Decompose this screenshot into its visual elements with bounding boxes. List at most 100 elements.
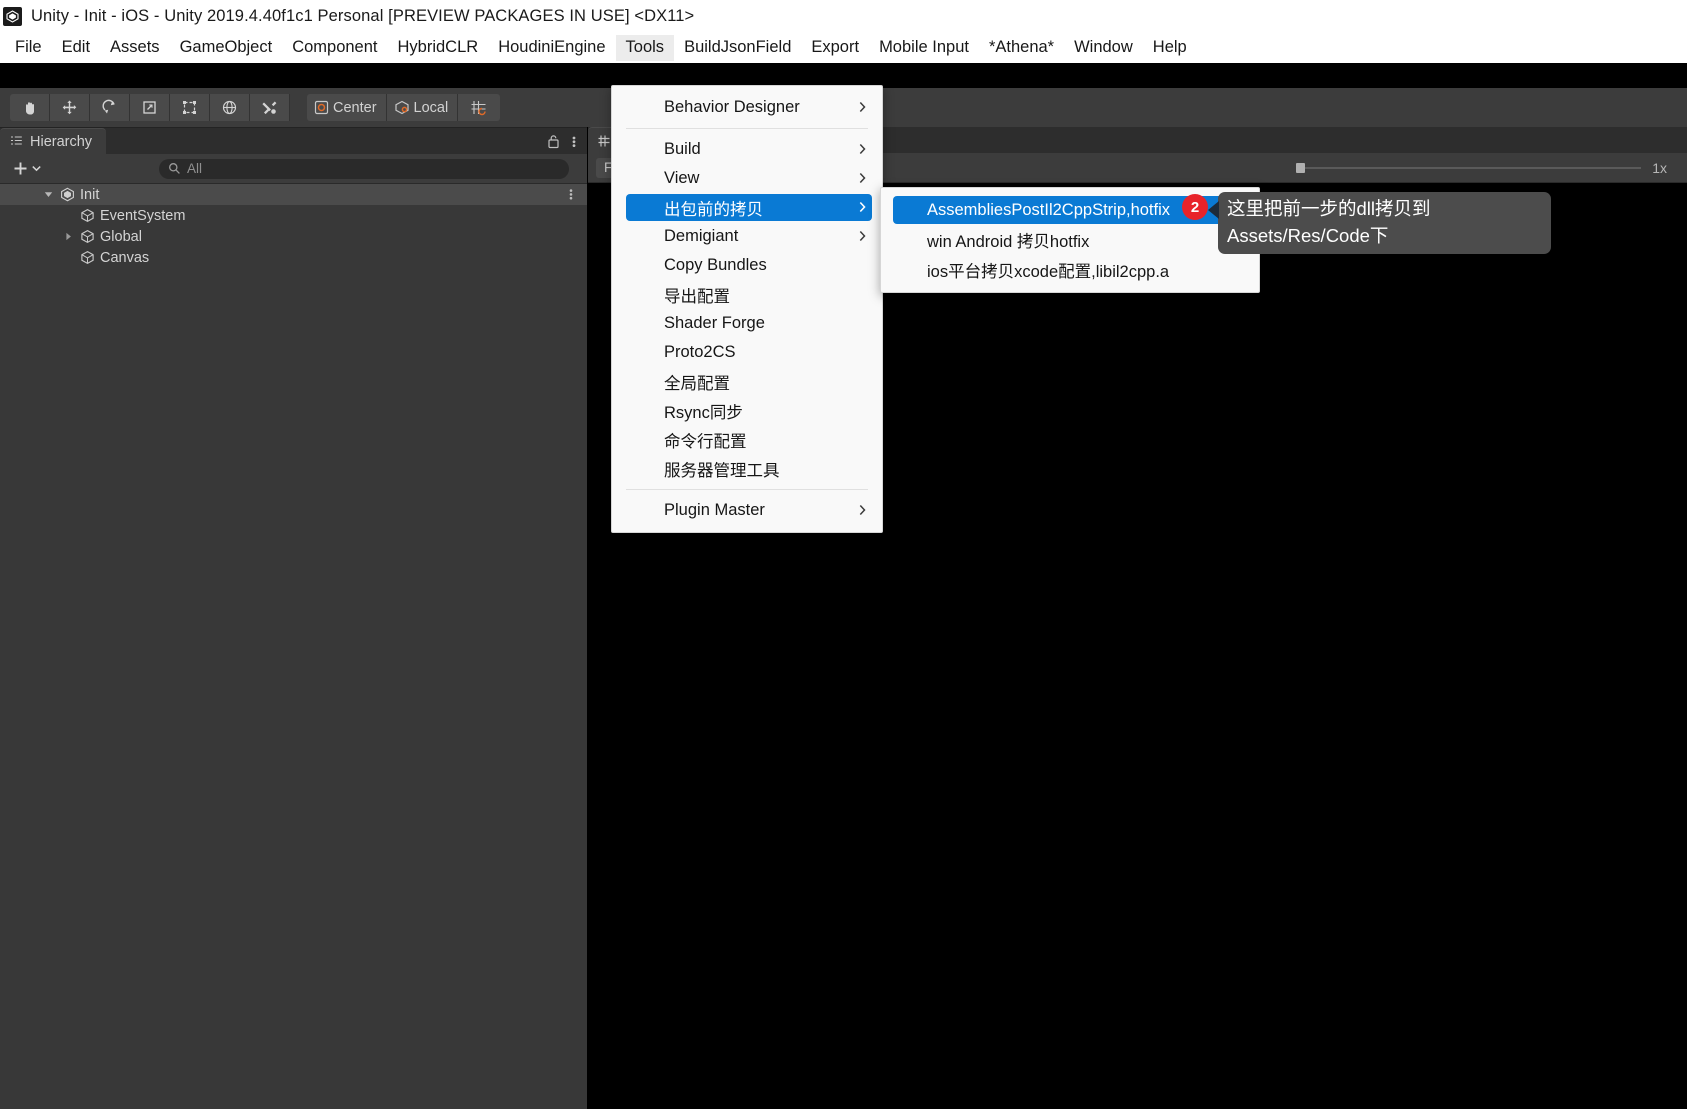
tab-hierarchy[interactable]: Hierarchy	[0, 128, 107, 154]
menu-item-build[interactable]: Build	[612, 135, 882, 164]
menubar-item-gameobject[interactable]: GameObject	[170, 35, 283, 61]
search-icon	[169, 163, 180, 174]
menu-item-copy-bundles[interactable]: Copy Bundles	[612, 251, 882, 280]
disclosure-placeholder	[62, 251, 75, 264]
hierarchy-panel: Hierarchy All Init EventSystem Global Ca…	[0, 127, 587, 1109]
menu-item-server-admin-tools[interactable]: 服务器管理工具	[612, 454, 882, 483]
rotate-tool[interactable]	[90, 94, 130, 121]
hierarchy-toolbar: All	[0, 154, 587, 184]
menu-item-proto2cs[interactable]: Proto2CS	[612, 338, 882, 367]
tree-item-eventsystem[interactable]: EventSystem	[0, 205, 587, 226]
annotation-tooltip: 这里把前一步的dll拷贝到Assets/Res/Code下	[1208, 192, 1551, 254]
tree-item-label: EventSystem	[100, 207, 186, 224]
gameobject-icon	[81, 250, 94, 265]
unity-scene-icon	[61, 187, 74, 202]
lock-icon[interactable]	[547, 134, 560, 149]
hierarchy-tree: Init EventSystem Global Canvas	[0, 184, 587, 268]
chevron-right-icon	[859, 98, 866, 117]
menu-separator	[626, 489, 868, 490]
tree-item-label: Canvas	[100, 249, 150, 266]
menu-item-export-config[interactable]: 导出配置	[612, 280, 882, 309]
menubar-item-export[interactable]: Export	[801, 35, 869, 61]
pivot-mode-button[interactable]: Center	[307, 94, 387, 121]
menubar-item-athena[interactable]: *Athena*	[979, 35, 1064, 61]
zoom-slider[interactable]: 1x	[1296, 160, 1679, 176]
add-gameobject-button[interactable]	[6, 158, 47, 179]
annotation-text: 这里把前一步的dll拷贝到Assets/Res/Code下	[1227, 198, 1431, 246]
kebab-menu-icon[interactable]	[572, 134, 576, 149]
hand-tool[interactable]	[10, 94, 50, 121]
menubar-item-tools[interactable]: Tools	[615, 35, 675, 61]
local-icon	[394, 100, 409, 115]
chevron-right-icon	[859, 198, 866, 217]
menu-item-view[interactable]: View	[612, 164, 882, 193]
tree-item-global[interactable]: Global	[0, 226, 587, 247]
plus-icon	[14, 162, 27, 175]
disclosure-triangle-icon[interactable]	[42, 188, 55, 201]
rect-tool[interactable]	[170, 94, 210, 121]
menu-item-shader-forge[interactable]: Shader Forge	[612, 309, 882, 338]
tree-item-label: Global	[100, 228, 142, 245]
hierarchy-tabbar: Hierarchy	[0, 128, 587, 154]
menu-item-cmdline-config[interactable]: 命令行配置	[612, 425, 882, 454]
menubar-item-component[interactable]: Component	[282, 35, 387, 61]
chevron-right-icon	[859, 501, 866, 520]
submenu-item-ios-copy-xcode-config[interactable]: ios平台拷贝xcode配置,libil2cpp.a	[881, 255, 1259, 285]
scale-tool[interactable]	[130, 94, 170, 121]
game-view-icon	[598, 135, 610, 146]
search-input-placeholder: All	[187, 161, 203, 176]
unity-editor-window: Unity - Init - iOS - Unity 2019.4.40f1c1…	[0, 0, 1687, 1109]
pivot-rotation-label: Local	[413, 99, 449, 116]
menu-item-global-config[interactable]: 全局配置	[612, 367, 882, 396]
disclosure-triangle-icon[interactable]	[62, 230, 75, 243]
menu-item-rsync-sync[interactable]: Rsync同步	[612, 396, 882, 425]
hierarchy-tabbar-actions	[547, 128, 587, 154]
menu-item-pre-build-copy[interactable]: 出包前的拷贝	[612, 193, 882, 222]
zoom-slider-track[interactable]	[1296, 162, 1642, 173]
pivot-mode-label: Center	[333, 99, 377, 116]
row-kebab-menu-icon[interactable]	[569, 187, 573, 206]
search-input[interactable]: All	[159, 158, 569, 179]
menubar-item-file[interactable]: File	[5, 35, 52, 61]
hierarchy-icon	[11, 136, 22, 145]
tooltip-tail	[1208, 201, 1219, 219]
transform-tools-group	[10, 94, 290, 121]
custom-tool[interactable]	[250, 94, 290, 121]
center-icon	[314, 100, 329, 115]
tab-hierarchy-label: Hierarchy	[30, 133, 93, 150]
tools-dropdown-menu: Behavior Designer Build View 出包前的拷贝 Demi…	[611, 85, 883, 533]
menu-item-plugin-master[interactable]: Plugin Master	[612, 496, 882, 525]
menubar-item-assets[interactable]: Assets	[100, 35, 170, 61]
transform-tool[interactable]	[210, 94, 250, 121]
gameobject-icon	[81, 208, 94, 223]
menubar-item-help[interactable]: Help	[1143, 35, 1197, 61]
pivot-rotation-button[interactable]: Local	[386, 94, 459, 121]
tree-item-canvas[interactable]: Canvas	[0, 247, 587, 268]
disclosure-placeholder	[62, 209, 75, 222]
submenu-item-win-android-copy-hotfix[interactable]: win Android 拷贝hotfix	[881, 225, 1259, 255]
move-tool[interactable]	[50, 94, 90, 121]
gameobject-icon	[81, 229, 94, 244]
menu-item-demigiant[interactable]: Demigiant	[612, 222, 882, 251]
zoom-slider-knob[interactable]	[1296, 162, 1306, 173]
chevron-right-icon	[859, 227, 866, 246]
chevron-right-icon	[859, 169, 866, 188]
menu-separator	[626, 128, 868, 129]
menubar-item-mobile-input[interactable]: Mobile Input	[869, 35, 979, 61]
menubar-item-window[interactable]: Window	[1064, 35, 1143, 61]
unity-icon	[3, 7, 22, 26]
menubar-item-buildjsonfield[interactable]: BuildJsonField	[674, 35, 801, 61]
menu-item-behavior-designer[interactable]: Behavior Designer	[612, 93, 882, 122]
grid-snap-button[interactable]	[458, 94, 501, 121]
menubar-item-edit[interactable]: Edit	[52, 35, 100, 61]
title-bar: Unity - Init - iOS - Unity 2019.4.40f1c1…	[0, 0, 1687, 33]
grid-snap-icon	[471, 101, 486, 116]
zoom-level-label: 1x	[1652, 159, 1667, 176]
menubar-item-hybridclr[interactable]: HybridCLR	[388, 35, 489, 61]
pivot-tools-group: Center Local	[307, 94, 501, 121]
menubar-item-houdiniengine[interactable]: HoudiniEngine	[488, 35, 615, 61]
tree-item-init[interactable]: Init	[0, 184, 587, 205]
chevron-right-icon	[859, 140, 866, 159]
chevron-down-icon	[32, 166, 41, 172]
menu-bar: File Edit Assets GameObject Component Hy…	[0, 33, 1687, 63]
